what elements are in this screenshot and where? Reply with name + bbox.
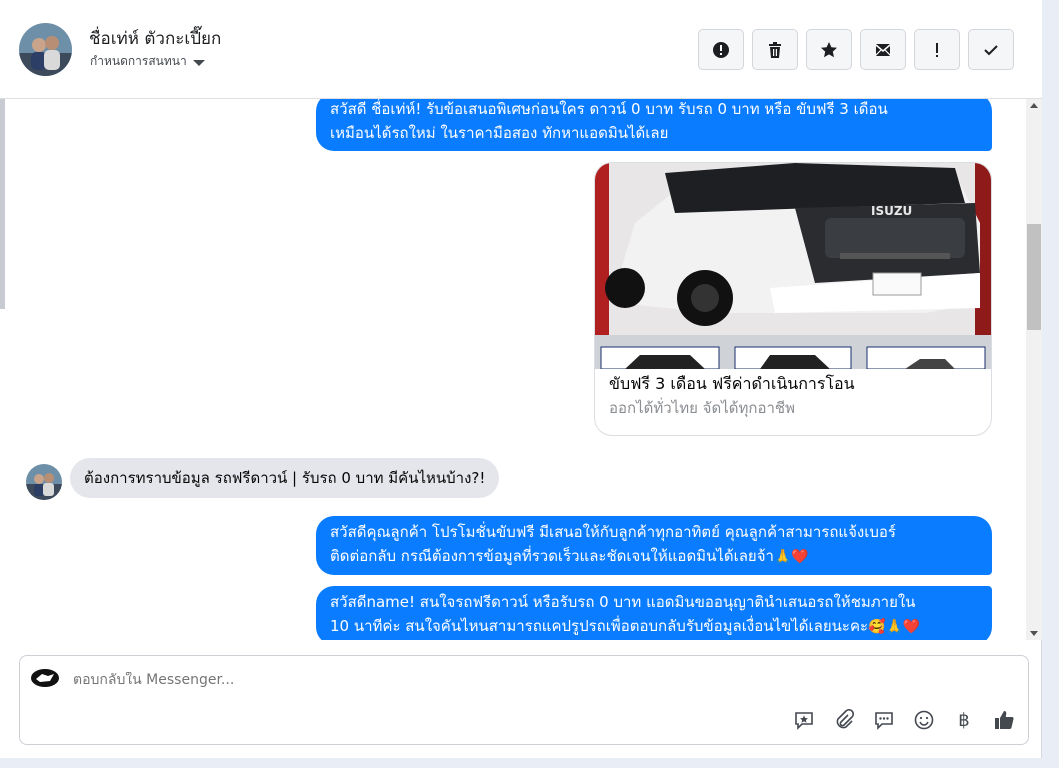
spam-button[interactable]: [914, 29, 960, 70]
incoming-message: ต้องการทราบข้อมูล รถฟรีดาวน์ | รับรถ 0 บ…: [70, 458, 500, 498]
scroll-up-arrow-icon[interactable]: [1030, 103, 1038, 108]
outgoing-message: สวัสดี ชื่อเท่ห์! รับข้อเสนอพิเศษก่อนใคร…: [316, 99, 992, 151]
message-text: สวัสดี ชื่อเท่ห์! รับข้อเสนอพิเศษก่อนใคร…: [330, 100, 888, 118]
mark-done-button[interactable]: [968, 29, 1014, 70]
message-scrollbar[interactable]: [1026, 99, 1042, 640]
quick-reply-button[interactable]: [872, 708, 896, 732]
message-text: เหมือนได้รถใหม่ ในราคามือสอง ทักหาแอดมิน…: [330, 124, 669, 142]
saved-reply-button[interactable]: [792, 708, 816, 732]
card-subtitle: ออกได้ทั่วไทย จัดได้ทุกอาชีพ: [609, 399, 795, 417]
outgoing-message: สวัสดีname! สนใจรถฟรีดาวน์ หรือรับรถ 0 บ…: [316, 586, 992, 640]
header-actions: [698, 29, 1014, 70]
promo-image: ISUZU: [595, 163, 991, 369]
mark-unread-icon: [875, 43, 891, 56]
card-brand-text: ISUZU: [871, 204, 912, 218]
outgoing-message: สวัสดีคุณลูกค้า โปรโมชั่นขับฟรี มีเสนอให…: [316, 516, 992, 575]
message-text: สวัสดีคุณลูกค้า โปรโมชั่นขับฟรี มีเสนอให…: [330, 523, 896, 541]
contact-avatar[interactable]: [19, 23, 72, 76]
conversation-panel: ชื่อเท่ห์ ตัวกะเปี๊ยก กำหนดการสนทนา สวัส…: [0, 0, 1042, 758]
star-button[interactable]: [806, 29, 852, 70]
emoji: 🥰🙏❤️: [868, 619, 921, 635]
star-icon: [821, 41, 837, 57]
payment-button[interactable]: ฿: [952, 708, 976, 732]
assign-label: กำหนดการสนทนา: [90, 54, 187, 68]
card-title: ขับฟรี 3 เดือน ฟรีค่าดำเนินการโอน: [609, 374, 855, 393]
attachment-icon: [836, 709, 855, 729]
delete-button[interactable]: [752, 29, 798, 70]
message-thread: สวัสดี ชื่อเท่ห์! รับข้อเสนอพิเศษก่อนใคร…: [6, 99, 1026, 640]
reply-composer: ฿: [19, 655, 1029, 745]
like-button[interactable]: [992, 708, 1016, 732]
saved-reply-icon: [795, 712, 813, 730]
page-avatar: [30, 668, 60, 688]
sender-avatar: [26, 464, 62, 500]
left-edge-bar: [0, 99, 5, 309]
contact-name: ชื่อเท่ห์ ตัวกะเปี๊ยก: [89, 29, 222, 49]
assign-conversation-dropdown[interactable]: กำหนดการสนทนา: [90, 52, 205, 71]
caret-down-icon: [192, 59, 205, 66]
attachment-button[interactable]: [832, 708, 856, 732]
scrollbar-thumb[interactable]: [1027, 224, 1041, 330]
message-text: ติดต่อกลับ กรณีต้องการข้อมูลที่รวดเร็วแล…: [330, 547, 774, 565]
report-icon: [713, 41, 729, 58]
message-text: 10 นาทีค่ะ สนใจคันไหนสามารถแคปรูปรถเพื่อ…: [330, 617, 869, 635]
promo-card[interactable]: ISUZU ขับฟรี 3 เดือน ฟรีค่าดำเนินการโอน …: [594, 162, 992, 436]
emoji-icon: [914, 710, 934, 730]
mark-unread-button[interactable]: [860, 29, 906, 70]
emoji-button[interactable]: [912, 708, 936, 732]
quick-reply-icon: [875, 712, 893, 730]
composer-toolbar: ฿: [792, 708, 1016, 732]
emoji: 🙏❤️: [773, 549, 809, 565]
report-button[interactable]: [698, 29, 744, 70]
spam-icon: [936, 42, 938, 57]
done-icon: [984, 44, 998, 55]
reply-input[interactable]: [73, 672, 773, 688]
scroll-down-arrow-icon[interactable]: [1030, 631, 1038, 636]
message-text: สวัสดีname! สนใจรถฟรีดาวน์ หรือรับรถ 0 บ…: [330, 593, 916, 611]
trash-icon: [769, 41, 781, 58]
message-text: ต้องการทราบข้อมูล รถฟรีดาวน์ | รับรถ 0 บ…: [84, 469, 486, 487]
baht-icon: ฿: [958, 709, 970, 731]
conversation-header: ชื่อเท่ห์ ตัวกะเปี๊ยก กำหนดการสนทนา: [0, 0, 1042, 99]
like-icon: [995, 711, 1014, 729]
